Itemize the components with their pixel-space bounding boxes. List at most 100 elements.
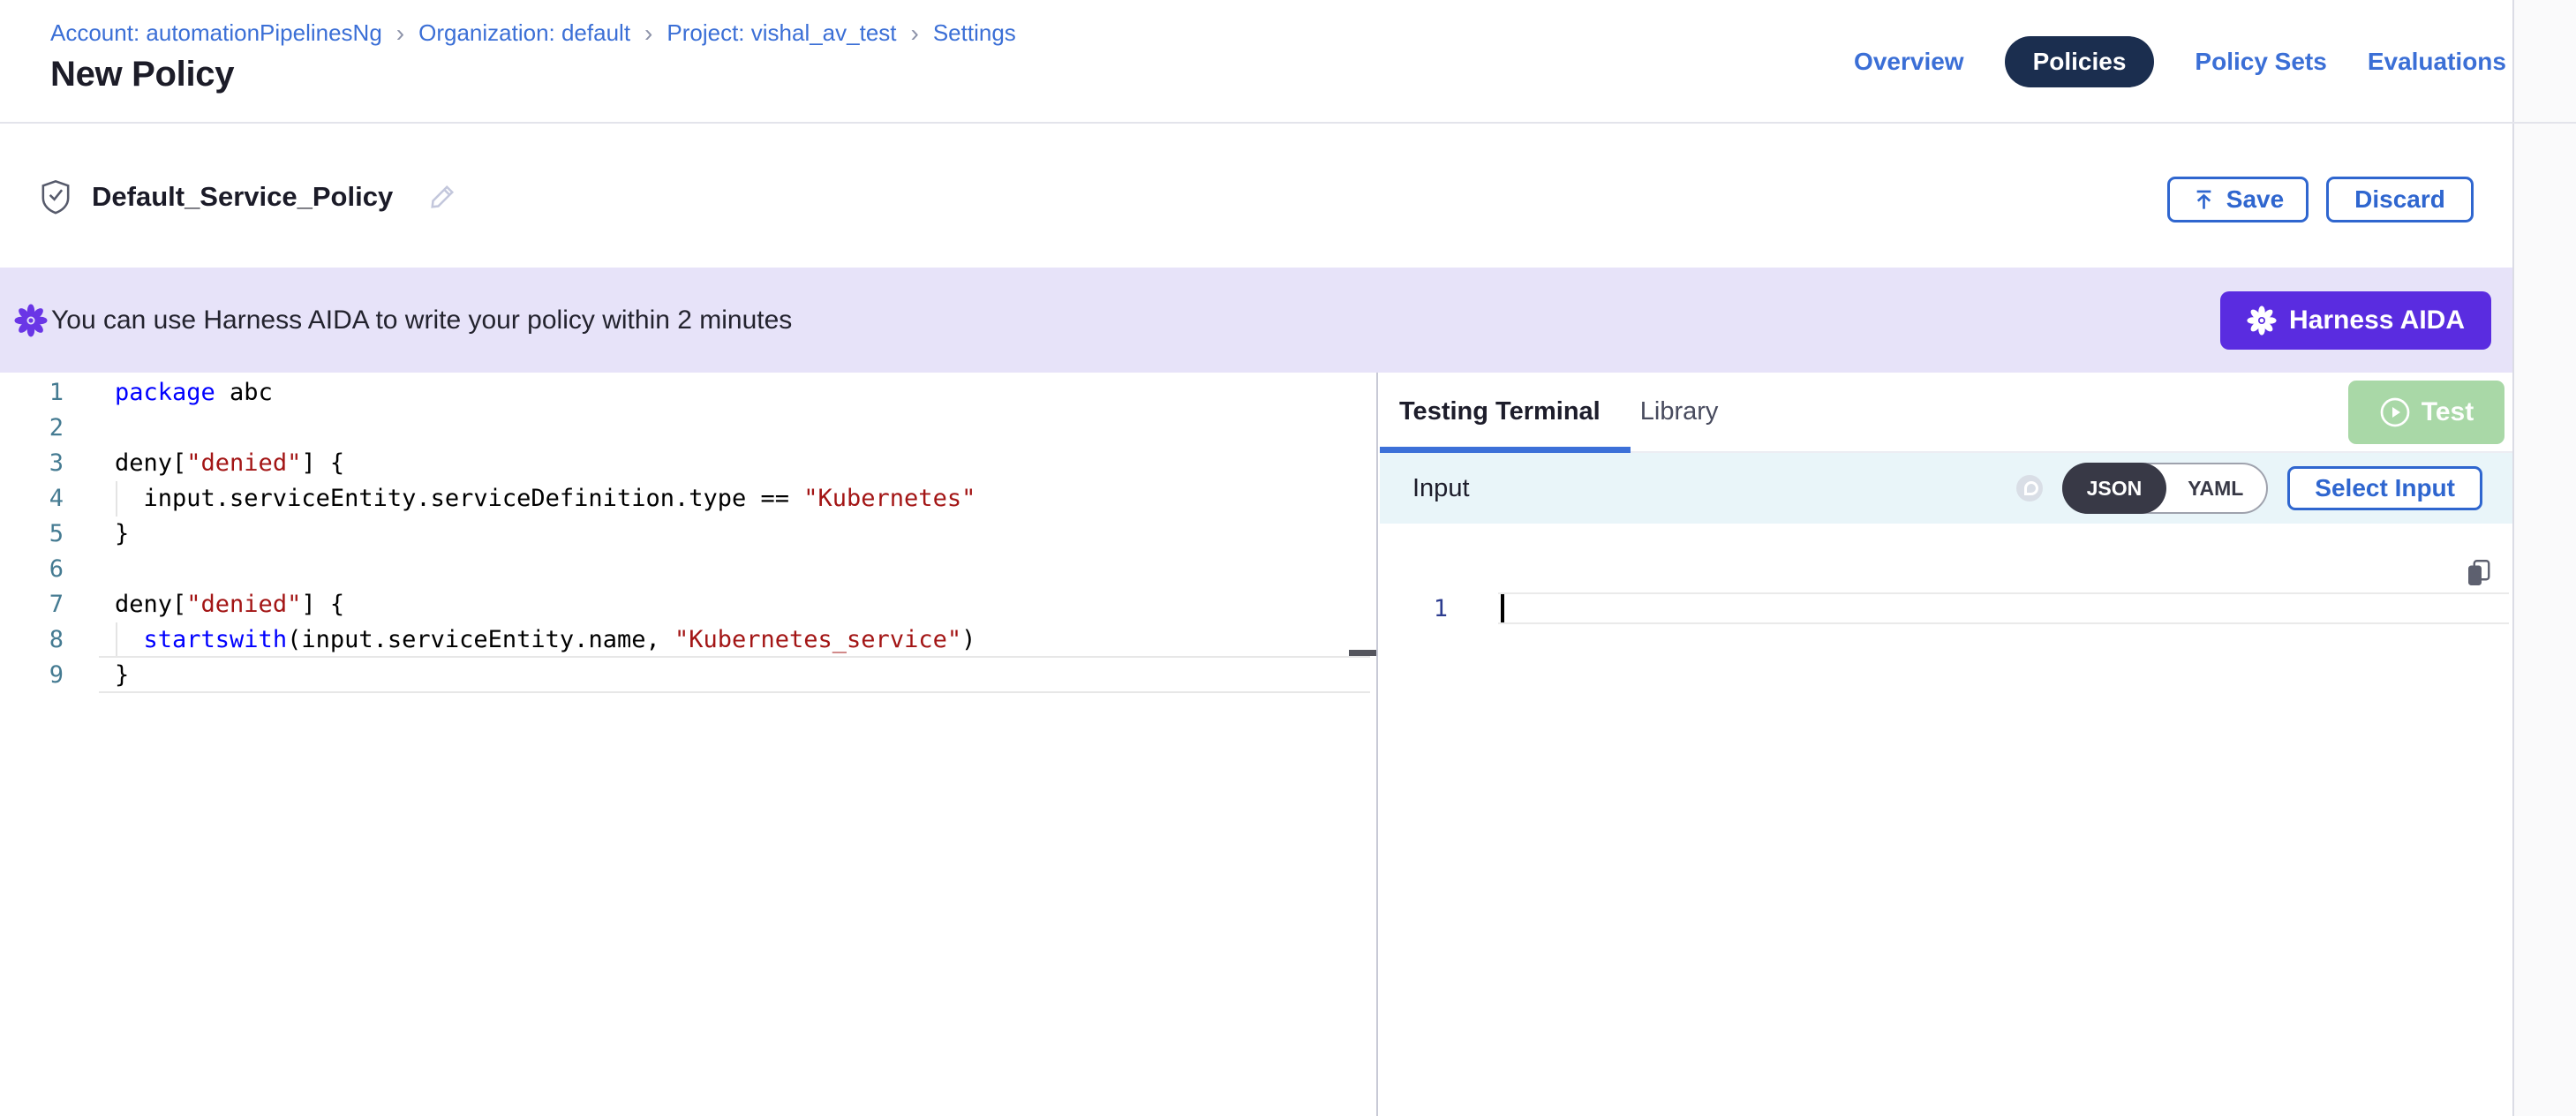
overview-ruler-cursor-mark (1349, 650, 1376, 656)
active-tab-underline (1380, 447, 1631, 453)
breadcrumb-separator: › (644, 22, 652, 45)
format-toggle[interactable]: JSON YAML (2062, 463, 2269, 514)
input-editor-line: 1 (1380, 592, 2512, 627)
policy-identity: Default_Service_Policy (41, 125, 458, 268)
breadcrumb: Account: automationPipelinesNg › Organizat… (50, 19, 1016, 47)
play-circle-icon (2379, 396, 2411, 428)
code-line[interactable]: 6 (0, 552, 1375, 587)
main-area: 1package abc23deny["denied"] {4 input.se… (0, 373, 2512, 1116)
line-number: 7 (0, 587, 64, 622)
code-line[interactable]: 9} (0, 658, 1375, 693)
code-token: input.serviceEntity.serviceDefinition.ty… (115, 485, 803, 512)
breadcrumb-link[interactable]: Settings (933, 19, 1016, 47)
new-policy-page: Account: automationPipelinesNg › Organizat… (0, 0, 2576, 1116)
breadcrumb-separator: › (396, 22, 404, 45)
line-number: 5 (0, 517, 64, 552)
indent-guide (116, 481, 117, 517)
harness-aida-button[interactable]: Harness AIDA (2220, 291, 2491, 350)
line-number: 8 (0, 622, 64, 658)
tab-testing-terminal[interactable]: Testing Terminal (1399, 397, 1601, 426)
line-number: 3 (0, 446, 64, 481)
code-line[interactable]: 7deny["denied"] { (0, 587, 1375, 622)
code-line[interactable]: 5} (0, 517, 1375, 552)
code-text (64, 411, 115, 446)
code-token: (input.serviceEntity.name, (287, 626, 674, 653)
testing-panel: Testing Terminal Library Test Input JSON … (1380, 373, 2512, 1116)
select-input-button[interactable]: Select Input (2287, 466, 2482, 510)
breadcrumb-link[interactable]: Organization: default (418, 19, 630, 47)
code-token: deny[ (115, 591, 186, 618)
test-button[interactable]: Test (2348, 381, 2504, 444)
input-editor[interactable]: 1 (1380, 524, 2512, 1116)
page-title: New Policy (50, 55, 234, 94)
line-number: 1 (0, 375, 64, 411)
right-gutter (2512, 0, 2576, 1116)
aida-banner: You can use Harness AIDA to write your p… (0, 268, 2512, 373)
code-token: ] { (301, 449, 344, 477)
harness-aida-label: Harness AIDA (2289, 305, 2465, 336)
edit-pencil-icon[interactable] (426, 181, 458, 213)
tab-overview[interactable]: Overview (1854, 48, 1964, 76)
code-line[interactable]: 4 input.serviceEntity.serviceDefinition.… (0, 481, 1375, 517)
code-token: package (115, 379, 215, 406)
tab-policy-sets[interactable]: Policy Sets (2195, 48, 2326, 76)
code-token: "Kubernetes_service" (674, 626, 961, 653)
code-token (115, 626, 144, 653)
tab-policies[interactable]: Policies (2005, 36, 2155, 87)
code-token: ) (961, 626, 975, 653)
testing-panel-tabs: Testing Terminal Library (1380, 373, 2512, 453)
upload-icon (2192, 188, 2216, 212)
discard-button[interactable]: Discard (2326, 177, 2474, 222)
code-line[interactable]: 8 startswith(input.serviceEntity.name, "… (0, 622, 1375, 658)
code-line[interactable]: 1 package abc (0, 375, 1375, 411)
code-text: startswith(input.serviceEntity.name, "Ku… (64, 622, 975, 658)
discard-label: Discard (2354, 185, 2445, 214)
code-line[interactable]: 3deny["denied"] { (0, 446, 1375, 481)
breadcrumb-link[interactable]: Account: automationPipelinesNg (50, 19, 382, 47)
code-line[interactable]: 2 (0, 411, 1375, 446)
aida-flower-icon-white (2247, 305, 2277, 336)
indent-guide (116, 622, 117, 658)
input-label: Input (1412, 474, 1470, 503)
page-header: Account: automationPipelinesNg › Organizat… (0, 0, 2576, 124)
input-section-header: Input JSON YAML Select Input (1380, 453, 2512, 524)
test-label: Test (2422, 397, 2474, 427)
code-text: deny["denied"] { (64, 446, 344, 481)
code-token: "denied" (186, 449, 301, 477)
breadcrumb-separator: › (911, 22, 919, 45)
save-button[interactable]: Save (2167, 177, 2309, 222)
code-token: "Kubernetes" (803, 485, 975, 512)
tab-library[interactable]: Library (1640, 397, 1719, 426)
code-token: } (115, 520, 129, 547)
format-option-json[interactable]: JSON (2062, 463, 2167, 514)
module-tabs: Overview Policies Policy Sets Evaluations (1854, 0, 2506, 124)
code-token: "denied" (186, 591, 301, 618)
tab-evaluations[interactable]: Evaluations (2368, 48, 2506, 76)
code-text: input.serviceEntity.serviceDefinition.ty… (64, 481, 975, 517)
code-token: ] { (301, 591, 344, 618)
policy-name: Default_Service_Policy (92, 181, 393, 213)
format-option-yaml[interactable]: YAML (2165, 477, 2266, 501)
aida-banner-message: You can use Harness AIDA to write your p… (51, 305, 792, 336)
code-text: } (64, 658, 129, 693)
line-number: 2 (0, 411, 64, 446)
shield-check-icon (41, 179, 71, 215)
line-number: 9 (0, 658, 64, 693)
policy-toolbar: Default_Service_Policy Save Discard (0, 125, 2512, 268)
breadcrumb-link[interactable]: Project: vishal_av_test (667, 19, 896, 47)
select-input-label: Select Input (2315, 474, 2455, 502)
copy-icon[interactable] (2463, 556, 2495, 588)
aida-flower-icon (14, 304, 48, 337)
code-text (64, 552, 115, 587)
line-number: 1 (1380, 592, 1448, 627)
policy-code-editor[interactable]: 1package abc23deny["denied"] {4 input.se… (0, 373, 1378, 1116)
code-token: } (115, 661, 129, 689)
code-token: abc (215, 379, 273, 406)
line-number: 6 (0, 552, 64, 587)
code-token: startswith (144, 626, 288, 653)
input-controls: JSON YAML Select Input (2016, 463, 2482, 514)
code-text: deny["denied"] { (64, 587, 344, 622)
line-number: 4 (0, 481, 64, 517)
code-lines: 1package abc23deny["denied"] {4 input.se… (0, 375, 1375, 693)
text-cursor (1501, 594, 1504, 622)
